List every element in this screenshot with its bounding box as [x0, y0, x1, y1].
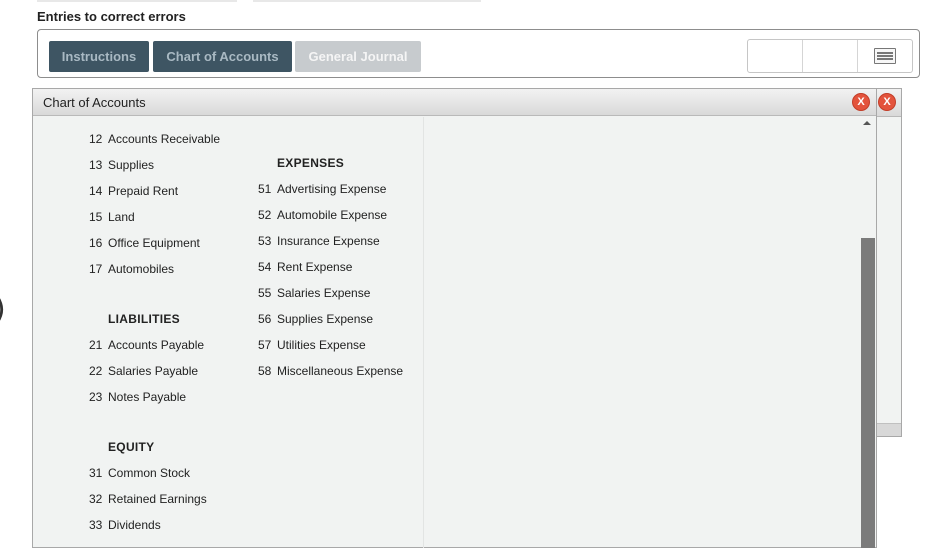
account-number: 58 — [258, 364, 272, 378]
account-name: Land — [108, 210, 135, 224]
section-heading-liabilities: LIABILITIES — [108, 312, 180, 326]
tab-toolbar: Instructions Chart of Accounts General J… — [37, 29, 920, 78]
account-row: 53 Insurance Expense — [258, 234, 380, 248]
account-row: 32 Retained Earnings — [89, 492, 207, 506]
panel-scrollbar[interactable] — [861, 117, 875, 548]
tab-chart-of-accounts[interactable]: Chart of Accounts — [153, 41, 292, 72]
tool-button-blank[interactable] — [803, 40, 858, 72]
account-number: 31 — [89, 466, 103, 480]
account-row: 21 Accounts Payable — [89, 338, 204, 352]
account-number: 53 — [258, 234, 272, 248]
account-name: Salaries Payable — [108, 364, 199, 378]
section-heading-expenses: EXPENSES — [277, 156, 345, 170]
tool-button-menu[interactable] — [858, 40, 912, 72]
account-row: 55 Salaries Expense — [258, 286, 370, 300]
account-row: 52 Automobile Expense — [258, 208, 387, 222]
account-name: Retained Earnings — [108, 492, 207, 506]
chart-of-accounts-panel: Chart of Accounts X 12 Accounts Receivabl… — [32, 88, 877, 548]
account-row: 58 Miscellaneous Expense — [258, 364, 403, 378]
account-name: Insurance Expense — [277, 234, 380, 248]
panel-close-button[interactable]: X — [852, 93, 870, 111]
account-row: 57 Utilities Expense — [258, 338, 366, 352]
background-panel-close-button[interactable]: X — [878, 93, 896, 111]
account-name: Advertising Expense — [277, 182, 387, 196]
account-number: 16 — [89, 236, 103, 250]
tool-button-group — [747, 39, 913, 73]
resize-grip[interactable] — [875, 423, 901, 436]
account-name: Miscellaneous Expense — [277, 364, 404, 378]
account-number: 17 — [89, 262, 103, 276]
top-edge-fragment — [253, 0, 481, 2]
account-number: 57 — [258, 338, 272, 352]
tool-button-blank[interactable] — [748, 40, 803, 72]
scroll-thumb[interactable] — [861, 238, 875, 548]
page-heading: Entries to correct errors — [37, 9, 186, 24]
account-number: 51 — [258, 182, 272, 196]
account-name: Office Equipment — [108, 236, 200, 250]
account-number: 15 — [89, 210, 103, 224]
account-number: 13 — [89, 158, 103, 172]
account-name: Automobiles — [108, 262, 175, 276]
account-row: 33 Dividends — [89, 518, 161, 532]
account-name: Salaries Expense — [277, 286, 371, 300]
account-row: 56 Supplies Expense — [258, 312, 373, 326]
account-row: 16 Office Equipment — [89, 236, 200, 250]
account-row: 31 Common Stock — [89, 466, 190, 480]
account-row: 22 Salaries Payable — [89, 364, 198, 378]
account-number: 56 — [258, 312, 272, 326]
top-edge-fragment — [37, 0, 237, 2]
account-name: Accounts Payable — [108, 338, 205, 352]
tab-instructions[interactable]: Instructions — [49, 41, 149, 72]
panel-title: Chart of Accounts — [33, 89, 876, 116]
account-number: 14 — [89, 184, 103, 198]
account-number: 23 — [89, 390, 103, 404]
section-heading-equity: EQUITY — [108, 440, 155, 454]
account-row: 51 Advertising Expense — [258, 182, 386, 196]
menu-lines-icon — [874, 48, 896, 64]
account-number: 33 — [89, 518, 103, 532]
account-row: 13 Supplies — [89, 158, 154, 172]
background-panel — [875, 88, 902, 437]
side-paren-fragment: ) — [0, 292, 6, 327]
account-row: 12 Accounts Receivable — [89, 132, 220, 146]
account-name: Notes Payable — [108, 390, 187, 404]
account-number: 21 — [89, 338, 103, 352]
account-number: 12 — [89, 132, 103, 146]
account-name: Prepaid Rent — [108, 184, 179, 198]
account-name: Dividends — [108, 518, 161, 532]
account-row: 15 Land — [89, 210, 135, 224]
account-row: 17 Automobiles — [89, 262, 174, 276]
account-number: 52 — [258, 208, 272, 222]
account-name: Automobile Expense — [277, 208, 388, 222]
account-number: 32 — [89, 492, 103, 506]
account-name: Common Stock — [108, 466, 191, 480]
account-row: 54 Rent Expense — [258, 260, 352, 274]
account-name: Utilities Expense — [277, 338, 366, 352]
column-divider — [423, 117, 424, 548]
tab-general-journal[interactable]: General Journal — [295, 41, 421, 72]
account-name: Accounts Receivable — [108, 132, 221, 146]
scroll-up-arrow-icon[interactable] — [863, 121, 871, 125]
account-name: Rent Expense — [277, 260, 353, 274]
account-row: 23 Notes Payable — [89, 390, 186, 404]
account-number: 55 — [258, 286, 272, 300]
account-row: 14 Prepaid Rent — [89, 184, 178, 198]
account-number: 54 — [258, 260, 272, 274]
account-name: Supplies Expense — [277, 312, 374, 326]
account-name: Supplies — [108, 158, 155, 172]
account-number: 22 — [89, 364, 103, 378]
